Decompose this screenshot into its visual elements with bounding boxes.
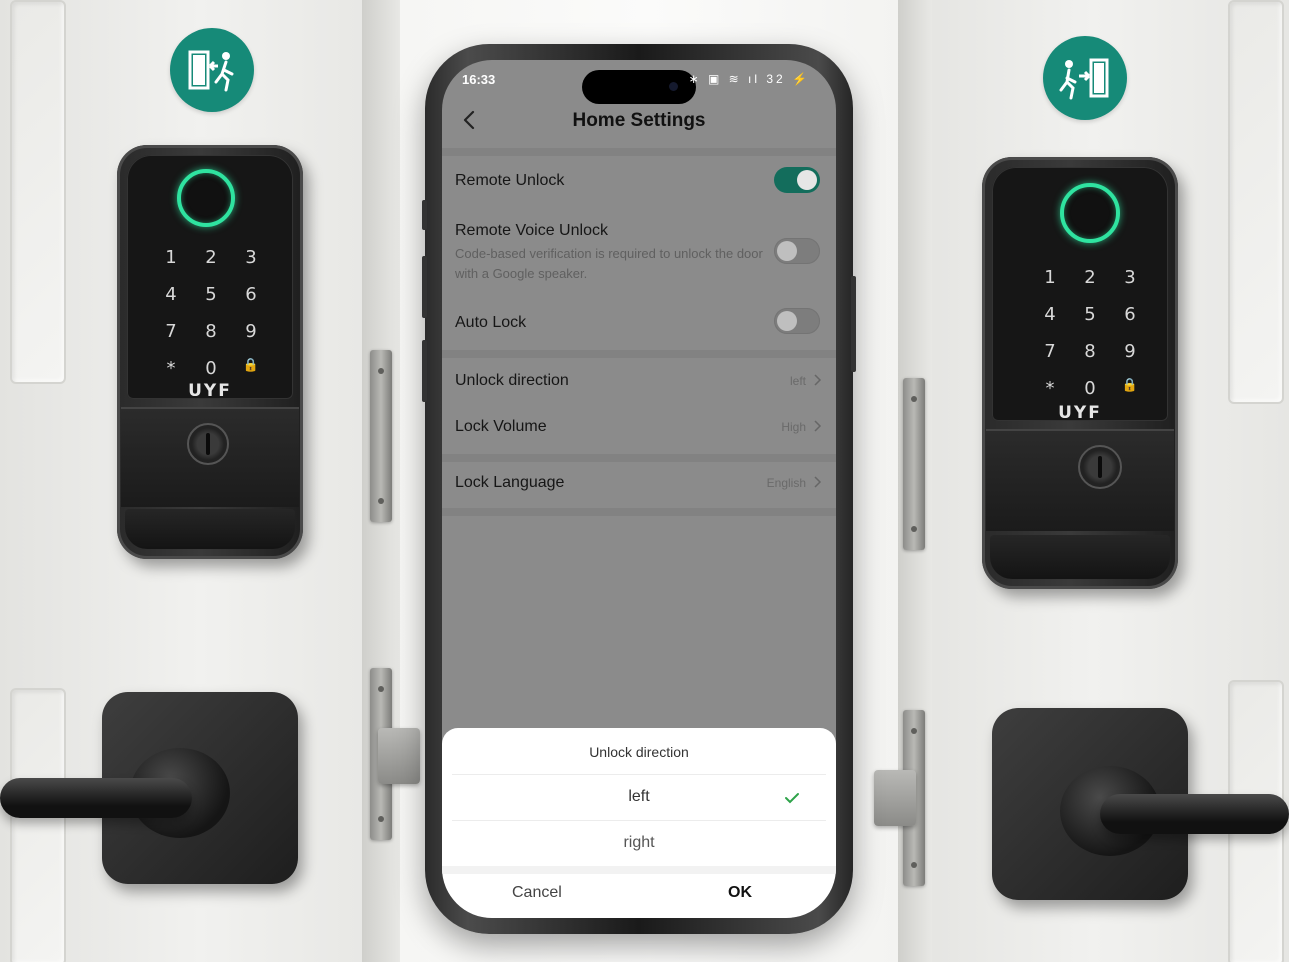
product-scene: 1 2 3 4 5 6 7 8 9 * 0 🔒 UYF 1 2 3 4 5 6 … [0,0,1289,962]
ok-button[interactable]: OK [728,884,752,902]
key: 8 [205,321,217,342]
setting-unlock-direction[interactable]: Unlock direction left [442,360,836,406]
remote-unlock-toggle[interactable] [774,167,820,193]
setting-label: Remote Unlock [455,172,565,189]
setting-label: Lock Volume [455,418,547,435]
key: 6 [1124,304,1136,325]
key: 3 [1124,267,1136,288]
setting-lock-volume[interactable]: Lock Volume High [442,406,836,452]
remote-voice-unlock-toggle[interactable] [774,238,820,264]
chevron-right-icon [814,420,822,432]
chevron-right-icon [814,476,822,488]
door-panel [1228,0,1284,404]
key: 9 [245,321,257,342]
setting-label: Remote Voice Unlock [455,222,608,239]
latch-bolt [378,728,420,784]
strike-plate [903,378,925,550]
option-label: left [628,788,650,805]
divider [442,454,836,462]
key: 2 [1084,267,1096,288]
key: 1 [165,247,177,268]
key: 8 [1084,341,1096,362]
auto-lock-toggle[interactable] [774,308,820,334]
key: 5 [205,284,217,305]
setting-value: High [781,420,806,434]
keypad-face: 1 2 3 4 5 6 7 8 9 * 0 🔒 UYF [992,167,1168,423]
setting-label: Unlock direction [455,372,569,389]
lock-key-icon: 🔒 [242,358,260,373]
setting-description: Code-based verification is required to u… [455,246,763,281]
door-panel [10,688,66,962]
phone-button [851,276,856,372]
key: 0 [205,358,217,379]
key: 4 [165,284,177,305]
chevron-right-icon [814,374,822,386]
lock-base [125,509,295,549]
latch-bolt [874,770,916,826]
status-icons: ∗ ▣ ≋ ıl 32 ⚡ [688,72,810,86]
key: 5 [1084,304,1096,325]
setting-value: English [766,476,806,490]
key: 4 [1044,304,1056,325]
option-label: right [623,834,655,851]
sheet-title: Unlock direction [589,744,689,760]
setting-remote-unlock[interactable]: Remote Unlock [442,158,836,204]
cylinder-panel [121,407,299,507]
lever-handle [0,778,192,818]
divider [442,508,836,516]
check-icon [785,793,799,804]
fingerprint-sensor [1060,183,1120,243]
setting-lock-language[interactable]: Lock Language English [442,462,836,508]
cylinder-panel [986,429,1174,531]
fingerprint-sensor [177,169,235,227]
right-smart-lock: 1 2 3 4 5 6 7 8 9 * 0 🔒 UYF [982,157,1178,589]
key: * [166,358,176,379]
key: 1 [1044,267,1056,288]
door-panel [10,0,66,384]
left-smart-lock: 1 2 3 4 5 6 7 8 9 * 0 🔒 UYF [117,145,303,559]
keypad: 1 2 3 4 5 6 7 8 9 * 0 🔒 [1030,267,1150,399]
setting-label: Lock Language [455,474,565,491]
brand-logo: UYF [188,381,232,401]
keyhole-icon [187,423,229,465]
sheet-actions: Cancel OK [442,872,836,918]
phone-button [422,200,427,230]
lock-key-icon: 🔒 [1121,378,1139,393]
setting-remote-voice-unlock[interactable]: Remote Voice Unlock Code-based verificat… [442,212,836,292]
setting-value: left [789,374,806,388]
strike-plate [370,350,392,522]
key: * [1045,378,1055,399]
keypad: 1 2 3 4 5 6 7 8 9 * 0 🔒 [151,247,271,379]
keypad-face: 1 2 3 4 5 6 7 8 9 * 0 🔒 UYF [127,155,293,401]
enter-door-icon [1043,36,1127,120]
keyhole-icon [1078,445,1122,489]
lever-handle [1100,794,1289,834]
setting-auto-lock[interactable]: Auto Lock [442,300,836,346]
key: 9 [1124,341,1136,362]
status-time: 16:33 [462,72,496,87]
lock-base [990,535,1170,579]
option-right[interactable]: right [452,820,826,867]
setting-label: Auto Lock [455,314,527,331]
option-left[interactable]: left [452,774,826,821]
exit-door-icon [170,28,254,112]
key: 6 [245,284,257,305]
unlock-direction-sheet: Unlock direction left right Cancel OK [442,728,836,918]
phone-button [422,340,427,402]
brand-logo: UYF [1058,403,1102,423]
phone-button [422,256,427,318]
key: 2 [205,247,217,268]
dynamic-island [582,70,696,104]
key: 7 [165,321,177,342]
divider [442,148,836,156]
key: 7 [1044,341,1056,362]
page-title: Home Settings [572,110,706,131]
key: 0 [1084,378,1096,399]
key: 3 [245,247,257,268]
phone-screen: 16:33 ∗ ▣ ≋ ıl 32 ⚡ Home Settings Remote… [442,60,836,918]
cancel-button[interactable]: Cancel [512,884,562,902]
divider [442,350,836,358]
